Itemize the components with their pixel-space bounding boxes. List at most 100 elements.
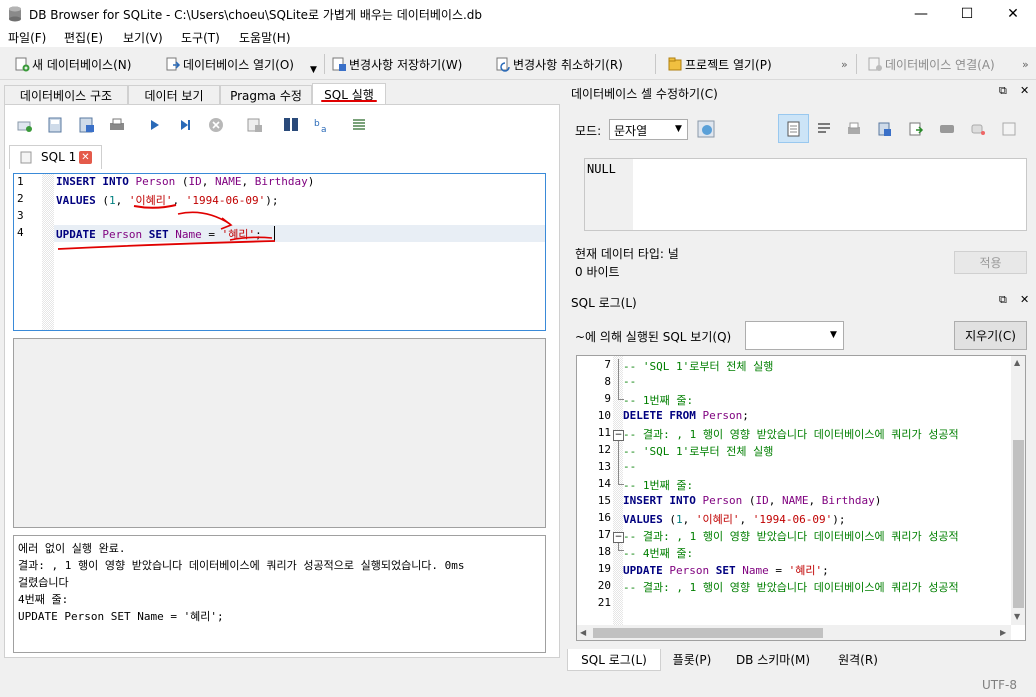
attach-database-label: 데이터베이스 연결(A) bbox=[885, 57, 995, 72]
tab-sql-log[interactable]: SQL 로그(L) bbox=[567, 649, 661, 671]
log-line-number: 21 bbox=[597, 596, 611, 609]
menu-file[interactable]: 파일(F) bbox=[8, 29, 46, 46]
set-null-icon[interactable] bbox=[939, 121, 955, 137]
code-token: -- 결과: , 1 행이 영향 받았습니다 데이터베이스에 쿼리가 성공적 bbox=[623, 428, 959, 441]
stop-execution-icon[interactable] bbox=[207, 116, 225, 134]
save-results-icon[interactable] bbox=[246, 116, 264, 134]
cell-value-editor[interactable]: NULL bbox=[584, 158, 1027, 231]
sql-log-view[interactable]: 7 8 9 10 11 12 13 14 15 16 17 18 19 20 21 -- 'SQL 1'로부… bbox=[576, 355, 1026, 641]
find-replace-icon[interactable]: ba bbox=[313, 116, 331, 134]
open-sql-file-icon[interactable] bbox=[46, 116, 64, 134]
open-database-button[interactable]: 데이터베이스 열기(O) bbox=[165, 54, 294, 74]
code-line: -- 결과: , 1 행이 영향 받았습니다 데이터베이스에 쿼리가 성공적 bbox=[623, 528, 959, 544]
close-window-button[interactable]: ✕ bbox=[990, 0, 1036, 27]
dock-tab-bar: SQL 로그(L) 플롯(P) DB 스키마(M) 원격(R) bbox=[567, 649, 1036, 671]
open-database-icon bbox=[166, 57, 181, 71]
attach-database-button[interactable]: 데이터베이스 연결(A) bbox=[867, 54, 995, 74]
float-dock-icon[interactable]: ⧉ bbox=[999, 84, 1007, 98]
fold-toggle-icon[interactable]: − bbox=[613, 532, 624, 543]
status-bar: UTF-8 bbox=[0, 672, 1036, 697]
close-dock-icon[interactable]: ✕ bbox=[1020, 84, 1029, 97]
code-token: Person bbox=[102, 228, 143, 241]
scroll-thumb[interactable] bbox=[1013, 440, 1024, 608]
open-project-button[interactable]: 프로젝트 열기(P) bbox=[667, 54, 772, 74]
revert-changes-button[interactable]: 변경사항 취소하기(R) bbox=[495, 54, 623, 74]
menu-tools[interactable]: 도구(T) bbox=[181, 29, 220, 46]
comment-block-icon[interactable] bbox=[350, 116, 368, 134]
toolbar-overflow-button-2[interactable]: » bbox=[1022, 54, 1029, 74]
code-token: ); bbox=[832, 513, 846, 526]
scroll-left-icon[interactable]: ◀ bbox=[580, 628, 586, 637]
save-sql-file-icon[interactable] bbox=[78, 116, 96, 134]
code-token: ; bbox=[742, 409, 749, 422]
code-line: -- bbox=[623, 375, 636, 388]
open-tab-icon[interactable] bbox=[16, 116, 34, 134]
print-icon[interactable] bbox=[108, 116, 126, 134]
maximize-button[interactable]: ☐ bbox=[944, 0, 990, 27]
results-grid[interactable] bbox=[13, 338, 546, 528]
sql-editor-tab[interactable]: SQL 1 ✕ bbox=[9, 145, 102, 169]
tab-edit-pragmas[interactable]: Pragma 수정 bbox=[220, 85, 312, 105]
tab-remote[interactable]: 원격(R) bbox=[823, 649, 893, 669]
new-database-button[interactable]: 새 데이터베이스(N) bbox=[14, 54, 131, 74]
sql-tab-label: SQL 1 bbox=[41, 150, 77, 164]
tab-browse-data[interactable]: 데이터 보기 bbox=[128, 85, 220, 105]
open-editor-icon[interactable] bbox=[1001, 121, 1017, 137]
fold-line bbox=[618, 484, 624, 485]
cell-value: NULL bbox=[587, 162, 616, 176]
sql-editor[interactable]: 1 2 3 4 INSERT INTO Person (ID, NAME, Bi… bbox=[13, 173, 546, 331]
fold-toggle-icon[interactable]: − bbox=[613, 430, 624, 441]
tab-db-schema[interactable]: DB 스키마(M) bbox=[723, 649, 823, 669]
export-cell-icon[interactable] bbox=[908, 121, 924, 137]
log-line-number: 8 bbox=[604, 375, 611, 388]
scroll-down-icon[interactable]: ▼ bbox=[1014, 612, 1020, 621]
menu-help[interactable]: 도움말(H) bbox=[239, 29, 291, 46]
sql-document-icon bbox=[20, 151, 32, 164]
code-token: NAME bbox=[215, 175, 242, 188]
code-token: , bbox=[682, 513, 696, 526]
execute-line-icon[interactable] bbox=[176, 116, 194, 134]
erase-cell-icon[interactable] bbox=[970, 121, 986, 137]
close-dock-icon[interactable]: ✕ bbox=[1020, 293, 1029, 306]
write-changes-button[interactable]: 변경사항 저장하기(W) bbox=[331, 54, 462, 74]
text-mode-button[interactable] bbox=[778, 114, 809, 143]
open-database-dropdown[interactable]: ▼ bbox=[310, 60, 317, 80]
clear-log-button[interactable]: 지우기(C) bbox=[954, 321, 1027, 350]
execute-all-icon[interactable] bbox=[145, 116, 163, 134]
log-line-number: 16 bbox=[597, 511, 611, 524]
import-cell-icon[interactable] bbox=[877, 121, 893, 137]
chevron-down-icon: ▼ bbox=[310, 65, 317, 75]
scroll-up-icon[interactable]: ▲ bbox=[1014, 358, 1020, 367]
tab-plot[interactable]: 플롯(P) bbox=[661, 649, 723, 669]
log-vertical-scrollbar[interactable]: ▲ ▼ bbox=[1011, 356, 1025, 625]
code-line: -- 'SQL 1'로부터 전체 실행 bbox=[623, 358, 773, 374]
menu-view[interactable]: 보기(V) bbox=[123, 29, 163, 46]
toolbar-overflow-button[interactable]: » bbox=[841, 54, 848, 74]
code-token: , bbox=[768, 494, 782, 507]
scroll-right-icon[interactable]: ▶ bbox=[1000, 628, 1006, 637]
svg-text:a: a bbox=[321, 125, 327, 134]
project-icon bbox=[668, 57, 682, 71]
apply-button[interactable]: 적용 bbox=[954, 251, 1027, 274]
menu-edit[interactable]: 편집(E) bbox=[64, 29, 103, 46]
code-token: INSERT bbox=[56, 175, 96, 188]
tab-database-structure[interactable]: 데이터베이스 구조 bbox=[4, 85, 128, 105]
code-token: , bbox=[241, 175, 255, 188]
auto-switch-mode-icon[interactable] bbox=[696, 119, 716, 139]
log-horizontal-scrollbar[interactable]: ◀ ▶ bbox=[577, 625, 1011, 640]
close-tab-icon[interactable]: ✕ bbox=[79, 151, 92, 164]
code-token: -- 1번째 줄: bbox=[623, 479, 694, 492]
word-wrap-icon[interactable] bbox=[816, 121, 832, 137]
float-dock-icon[interactable]: ⧉ bbox=[999, 293, 1007, 307]
code-token: , bbox=[739, 513, 753, 526]
log-line-number: 19 bbox=[597, 562, 611, 575]
code-token: SET bbox=[715, 564, 736, 577]
code-line: UPDATE Person SET Name = '혜리'; bbox=[56, 226, 262, 242]
scroll-thumb[interactable] bbox=[593, 628, 823, 638]
code-token: = bbox=[201, 228, 222, 241]
log-source-select[interactable]: ▼ bbox=[745, 321, 844, 350]
find-icon[interactable] bbox=[282, 116, 300, 134]
print-cell-icon[interactable] bbox=[846, 121, 862, 137]
minimize-button[interactable]: — bbox=[898, 0, 944, 27]
mode-select[interactable]: 문자열 ▼ bbox=[609, 119, 688, 140]
